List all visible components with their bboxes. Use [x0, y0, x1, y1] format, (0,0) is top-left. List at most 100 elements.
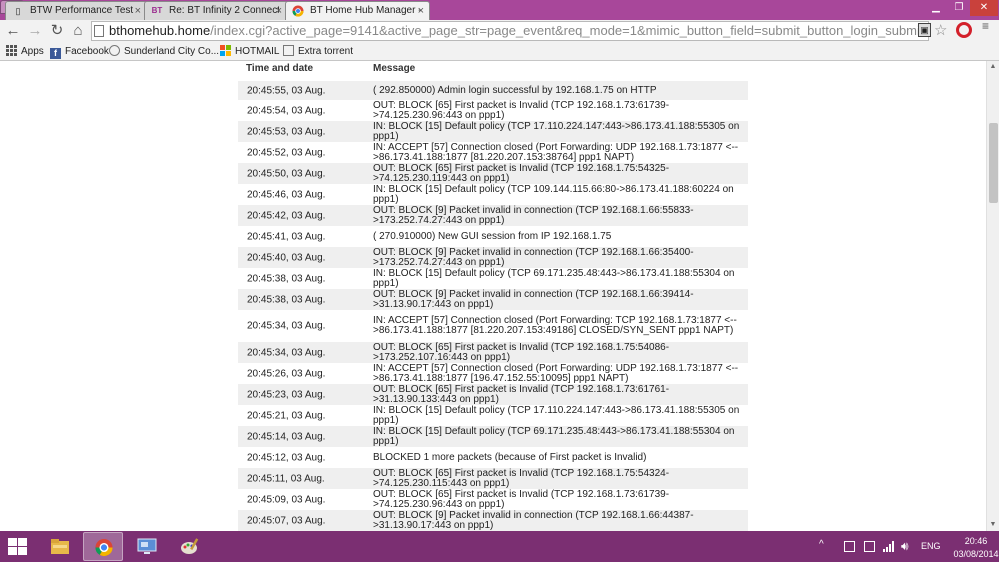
minimize-icon[interactable]: ▁ — [924, 0, 948, 16]
row-message: ( 270.910000) New GUI session from IP 19… — [373, 230, 612, 242]
power-icon[interactable] — [864, 541, 875, 552]
row-message: OUT: BLOCK [65] First packet is Invalid … — [373, 383, 670, 405]
bookmark-facebook[interactable]: f Facebook — [50, 44, 109, 59]
forward-arrow-icon[interactable]: → — [26, 22, 44, 40]
address-bar[interactable]: bthomehub.home/index.cgi?active_page=914… — [91, 21, 929, 41]
row-time: 20:45:38, 03 Aug. — [247, 294, 326, 305]
paint-icon — [180, 537, 200, 556]
clock-time[interactable]: 20:46 — [957, 536, 995, 546]
facebook-icon: f — [50, 48, 61, 59]
back-arrow-icon[interactable]: ← — [4, 22, 22, 40]
tab-label: Re: BT Infinity 2 Connecti — [169, 5, 279, 16]
row-message: OUT: BLOCK [9] Packet invalid in connect… — [373, 509, 694, 531]
row-message: OUT: BLOCK [65] First packet is Invalid … — [373, 488, 670, 510]
menu-icon[interactable]: ≡ — [982, 20, 994, 32]
action-center-flag-icon[interactable] — [844, 541, 855, 552]
bookmark-extra-torrent[interactable]: Extra torrent — [283, 44, 353, 59]
bookmark-hotmail[interactable]: HOTMAIL — [220, 44, 279, 59]
windows-start-button[interactable] — [8, 538, 28, 556]
table-row: 20:45:07, 03 Aug. OUT: BLOCK [9] Packet i… — [238, 510, 748, 531]
row-time: 20:45:12, 03 Aug. — [247, 452, 326, 463]
opera-extension-icon[interactable] — [956, 22, 972, 38]
table-row: 20:45:46, 03 Aug. IN: BLOCK [15] Default … — [238, 184, 748, 205]
close-icon[interactable]: × — [418, 2, 424, 20]
row-message: IN: BLOCK [15] Default policy (TCP 109.1… — [373, 183, 734, 205]
page-info-icon[interactable] — [94, 25, 104, 37]
taskbar-remote-desktop[interactable] — [127, 532, 167, 561]
row-time: 20:45:23, 03 Aug. — [247, 389, 326, 400]
table-row: 20:45:41, 03 Aug. ( 270.910000) New GUI s… — [238, 226, 748, 247]
taskbar-chrome[interactable] — [83, 532, 123, 561]
table-row: 20:45:34, 03 Aug. IN: ACCEPT [57] Connect… — [238, 310, 748, 342]
bookmark-star-icon[interactable]: ☆ — [934, 21, 947, 39]
table-row: 20:45:54, 03 Aug. OUT: BLOCK [65] First p… — [238, 100, 748, 121]
row-time: 20:45:55, 03 Aug. — [247, 85, 326, 96]
row-message: OUT: BLOCK [65] First packet is Invalid … — [373, 341, 670, 363]
close-icon[interactable]: × — [276, 2, 282, 20]
row-time: 20:45:41, 03 Aug. — [247, 231, 326, 242]
page-icon — [283, 45, 294, 56]
scroll-up-arrow-icon[interactable]: ▲ — [987, 61, 999, 73]
input-language[interactable]: ENG — [921, 541, 941, 551]
row-time: 20:45:42, 03 Aug. — [247, 210, 326, 221]
row-time: 20:45:11, 03 Aug. — [247, 473, 325, 484]
row-time: 20:45:21, 03 Aug. — [247, 410, 326, 421]
close-icon[interactable]: × — [135, 2, 141, 20]
globe-icon — [109, 45, 120, 56]
row-message: IN: ACCEPT [57] Connection closed (Port … — [373, 141, 739, 163]
chrome-icon — [94, 538, 114, 557]
home-icon[interactable]: ⌂ — [69, 22, 87, 40]
row-time: 20:45:07, 03 Aug. — [247, 515, 326, 526]
close-window-icon[interactable]: ✕ — [970, 0, 998, 16]
show-hidden-icons-chevron-icon[interactable]: ^ — [819, 539, 824, 550]
browser-titlebar: ▯ BTW Performance Test × BT Re: BT Infin… — [0, 0, 999, 20]
address-host: bthomehub.home — [109, 23, 211, 38]
row-time: 20:45:46, 03 Aug. — [247, 189, 326, 200]
row-time: 20:45:38, 03 Aug. — [247, 273, 326, 284]
table-row: 20:45:21, 03 Aug. IN: BLOCK [15] Default … — [238, 405, 748, 426]
page-scrollbar[interactable]: ▲ ▼ — [986, 61, 999, 531]
page-icon: ▯ — [15, 6, 21, 16]
column-header-message: Message — [373, 63, 416, 74]
bookmark-apps[interactable]: Apps — [6, 44, 44, 59]
network-signal-icon[interactable] — [883, 541, 894, 552]
table-row: 20:45:23, 03 Aug. OUT: BLOCK [65] First p… — [238, 384, 748, 405]
row-time: 20:45:34, 03 Aug. — [247, 320, 326, 332]
row-time: 20:45:52, 03 Aug. — [247, 147, 326, 158]
tab-btw-performance[interactable]: ▯ BTW Performance Test × — [5, 1, 147, 20]
row-message: OUT: BLOCK [65] First packet is Invalid … — [373, 99, 670, 121]
table-row: 20:45:14, 03 Aug. IN: BLOCK [15] Default … — [238, 426, 748, 447]
row-message: ( 292.850000) Admin login successful by … — [373, 84, 657, 96]
windows-logo-icon — [220, 45, 231, 56]
taskbar-paint[interactable] — [170, 532, 210, 561]
row-message: BLOCKED 1 more packets (because of First… — [373, 451, 647, 463]
table-row: 20:45:50, 03 Aug. OUT: BLOCK [65] First p… — [238, 163, 748, 184]
row-message: OUT: BLOCK [9] Packet invalid in connect… — [373, 204, 694, 226]
tab-bt-home-hub[interactable]: BT Home Hub Manager - × — [285, 1, 430, 20]
bookmark-sunderland[interactable]: Sunderland City Co... — [109, 44, 219, 59]
row-time: 20:45:40, 03 Aug. — [247, 252, 326, 263]
table-row: 20:45:53, 03 Aug. IN: BLOCK [15] Default … — [238, 121, 748, 142]
table-row: 20:45:55, 03 Aug. ( 292.850000) Admin log… — [238, 81, 748, 100]
clock-date[interactable]: 03/08/2014 — [952, 549, 999, 559]
volume-icon[interactable]: 🔊︎ — [901, 539, 912, 553]
row-time: 20:45:53, 03 Aug. — [247, 126, 326, 137]
row-time: 20:45:50, 03 Aug. — [247, 168, 326, 179]
row-message: IN: BLOCK [15] Default policy (TCP 17.11… — [373, 120, 740, 142]
address-path: /index.cgi?active_page=9141&active_page_… — [210, 23, 928, 38]
bookmark-label: Sunderland City Co... — [124, 46, 220, 57]
bookmark-label: Extra torrent — [298, 46, 354, 57]
maximize-icon[interactable]: ❐ — [948, 0, 970, 16]
table-row: 20:45:38, 03 Aug. OUT: BLOCK [9] Packet i… — [238, 289, 748, 310]
tab-bt-infinity[interactable]: BT Re: BT Infinity 2 Connecti × — [144, 1, 288, 20]
reload-icon[interactable]: ↻ — [48, 22, 66, 40]
extension-icon[interactable]: ▣ — [918, 23, 931, 37]
scrollbar-thumb[interactable] — [989, 123, 998, 203]
browser-toolbar: ← → ↻ ⌂ bthomehub.home/index.cgi?active_… — [0, 20, 999, 42]
taskbar-file-explorer[interactable] — [40, 532, 80, 561]
scroll-down-arrow-icon[interactable]: ▼ — [987, 519, 999, 531]
table-row: 20:45:26, 03 Aug. IN: ACCEPT [57] Connect… — [238, 363, 748, 384]
tab-label: BT Home Hub Manager - — [310, 5, 421, 16]
table-row: 20:45:40, 03 Aug. OUT: BLOCK [9] Packet i… — [238, 247, 748, 268]
row-message: IN: BLOCK [15] Default policy (TCP 17.11… — [373, 404, 740, 426]
